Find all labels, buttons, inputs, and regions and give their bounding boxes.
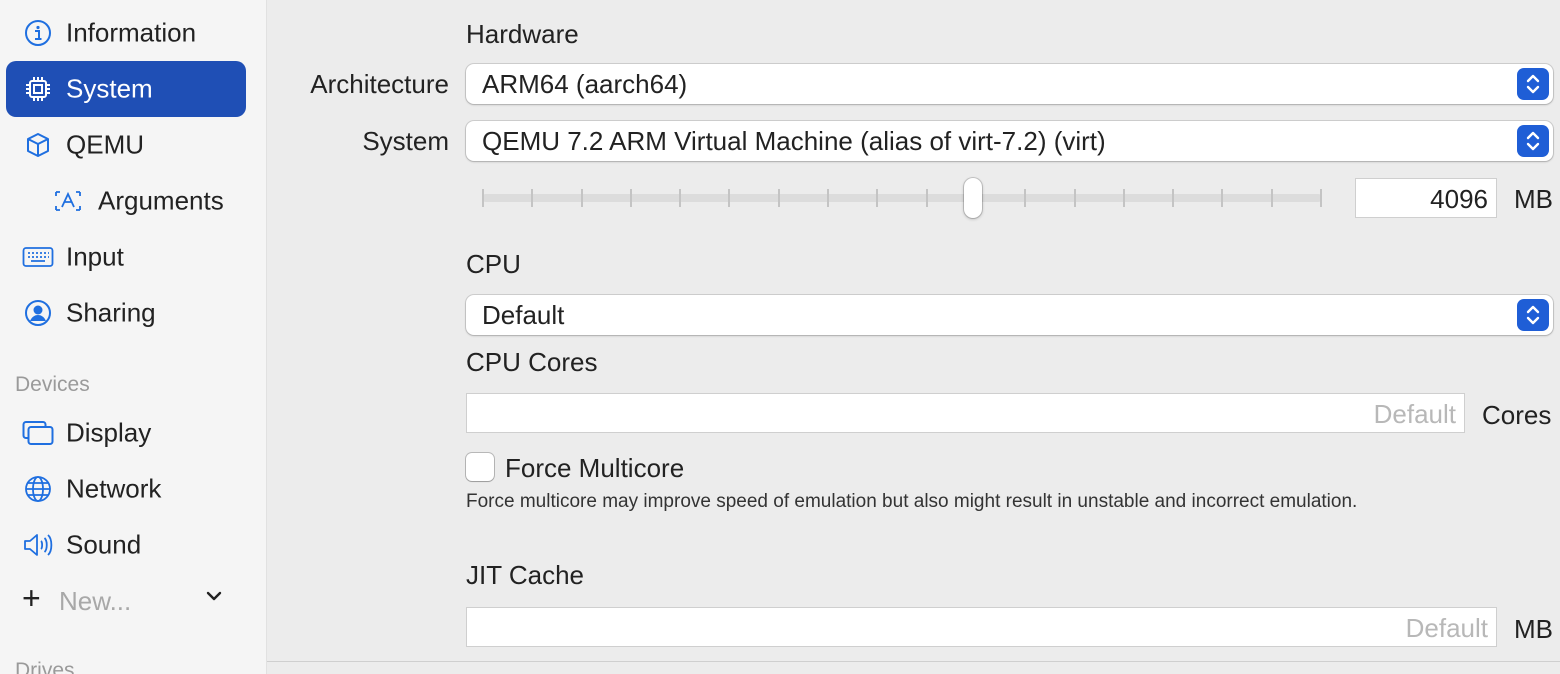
slider-tick: [728, 189, 730, 207]
slider-tick: [482, 189, 484, 207]
slider-tick: [531, 189, 533, 207]
text-cursor-icon: [52, 185, 84, 217]
memory-unit: MB: [1514, 184, 1553, 214]
devices-section-heading: Devices: [15, 373, 90, 396]
slider-tick: [1271, 189, 1273, 207]
hardware-heading: Hardware: [466, 19, 579, 49]
cpu-heading: CPU: [466, 249, 521, 279]
jit-cache-placeholder: Default: [1405, 613, 1488, 643]
force-multicore-label: Force Multicore: [505, 453, 685, 483]
cpu-popup[interactable]: Default: [466, 295, 1553, 335]
divider: [267, 661, 1560, 662]
slider-tick: [1074, 189, 1076, 207]
slider-tick: [926, 189, 928, 207]
sidebar-item-information[interactable]: Information: [6, 5, 246, 61]
slider-tick: [1123, 189, 1125, 207]
speaker-icon: [22, 529, 54, 561]
force-multicore-help: Force multicore may improve speed of emu…: [466, 491, 1358, 512]
sidebar-item-label: System: [66, 73, 153, 104]
sidebar-item-display[interactable]: Display: [6, 405, 246, 461]
jit-cache-heading: JIT Cache: [466, 560, 585, 590]
force-multicore-checkbox[interactable]: [466, 453, 494, 481]
slider-tick: [630, 189, 632, 207]
chevron-up-down-icon: [1517, 125, 1549, 157]
sidebar-item-label: Arguments: [98, 185, 224, 216]
sidebar-item-arguments[interactable]: Arguments: [6, 173, 246, 229]
new-device-label: New...: [59, 586, 132, 616]
slider-tick: [679, 189, 681, 207]
sidebar-item-label: Input: [66, 241, 124, 272]
memory-value: 4096: [1430, 184, 1488, 214]
sidebar-item-network[interactable]: Network: [6, 461, 246, 517]
sidebar-item-sound[interactable]: Sound: [6, 517, 246, 573]
cube-icon: [22, 129, 54, 161]
slider-tick: [876, 189, 878, 207]
person-circle-icon: [22, 297, 54, 329]
sidebar-item-input[interactable]: Input: [6, 229, 246, 285]
main-panel: Hardware Architecture ARM64 (aarch64) Sy…: [267, 0, 1560, 674]
slider-tick: [778, 189, 780, 207]
cpu-cores-field[interactable]: Default: [466, 393, 1465, 433]
slider-tick: [1172, 189, 1174, 207]
chevron-up-down-icon: [1517, 68, 1549, 100]
display-windows-icon: [22, 417, 54, 449]
architecture-popup[interactable]: ARM64 (aarch64): [466, 64, 1553, 104]
plus-icon: +: [22, 580, 41, 616]
sidebar-item-label: Sound: [66, 529, 142, 560]
cpu-cores-heading: CPU Cores: [466, 347, 598, 377]
cpu-chip-icon: [22, 73, 54, 105]
sidebar-item-label: Display: [66, 417, 152, 448]
memory-slider-knob[interactable]: [964, 178, 983, 218]
cpu-cores-placeholder: Default: [1373, 399, 1456, 429]
new-device-menu[interactable]: + New...: [6, 574, 246, 626]
memory-field[interactable]: 4096: [1355, 178, 1497, 218]
sidebar-item-label: Sharing: [66, 297, 156, 328]
sidebar-item-label: Network: [66, 473, 162, 504]
architecture-value: ARM64 (aarch64): [482, 69, 688, 99]
cpu-value: Default: [482, 300, 565, 330]
chevron-down-icon[interactable]: [204, 586, 224, 611]
sidebar-item-qemu[interactable]: QEMU: [6, 117, 246, 173]
keyboard-icon: [22, 241, 54, 273]
info-circle-icon: [22, 17, 54, 49]
system-value: QEMU 7.2 ARM Virtual Machine (alias of v…: [482, 126, 1106, 156]
system-popup[interactable]: QEMU 7.2 ARM Virtual Machine (alias of v…: [466, 121, 1553, 161]
sidebar-item-sharing[interactable]: Sharing: [6, 285, 246, 341]
cpu-cores-unit: Cores: [1482, 400, 1552, 430]
jit-cache-field[interactable]: Default: [466, 607, 1497, 647]
jit-cache-unit: MB: [1514, 614, 1553, 644]
globe-icon: [22, 473, 54, 505]
sidebar-item-label: Information: [66, 17, 197, 48]
sidebar: Information System QEMU Arguments Input …: [0, 0, 267, 674]
slider-tick: [581, 189, 583, 207]
sidebar-item-system[interactable]: System: [6, 61, 246, 117]
system-label: System: [362, 126, 449, 156]
slider-tick: [1221, 189, 1223, 207]
memory-slider-track[interactable]: [482, 194, 1322, 202]
slider-tick: [1320, 189, 1322, 207]
slider-tick: [1024, 189, 1026, 207]
drives-section-heading: Drives: [15, 659, 75, 674]
chevron-up-down-icon: [1517, 299, 1549, 331]
sidebar-item-label: QEMU: [66, 129, 144, 160]
architecture-label: Architecture: [310, 69, 449, 99]
slider-tick: [827, 189, 829, 207]
